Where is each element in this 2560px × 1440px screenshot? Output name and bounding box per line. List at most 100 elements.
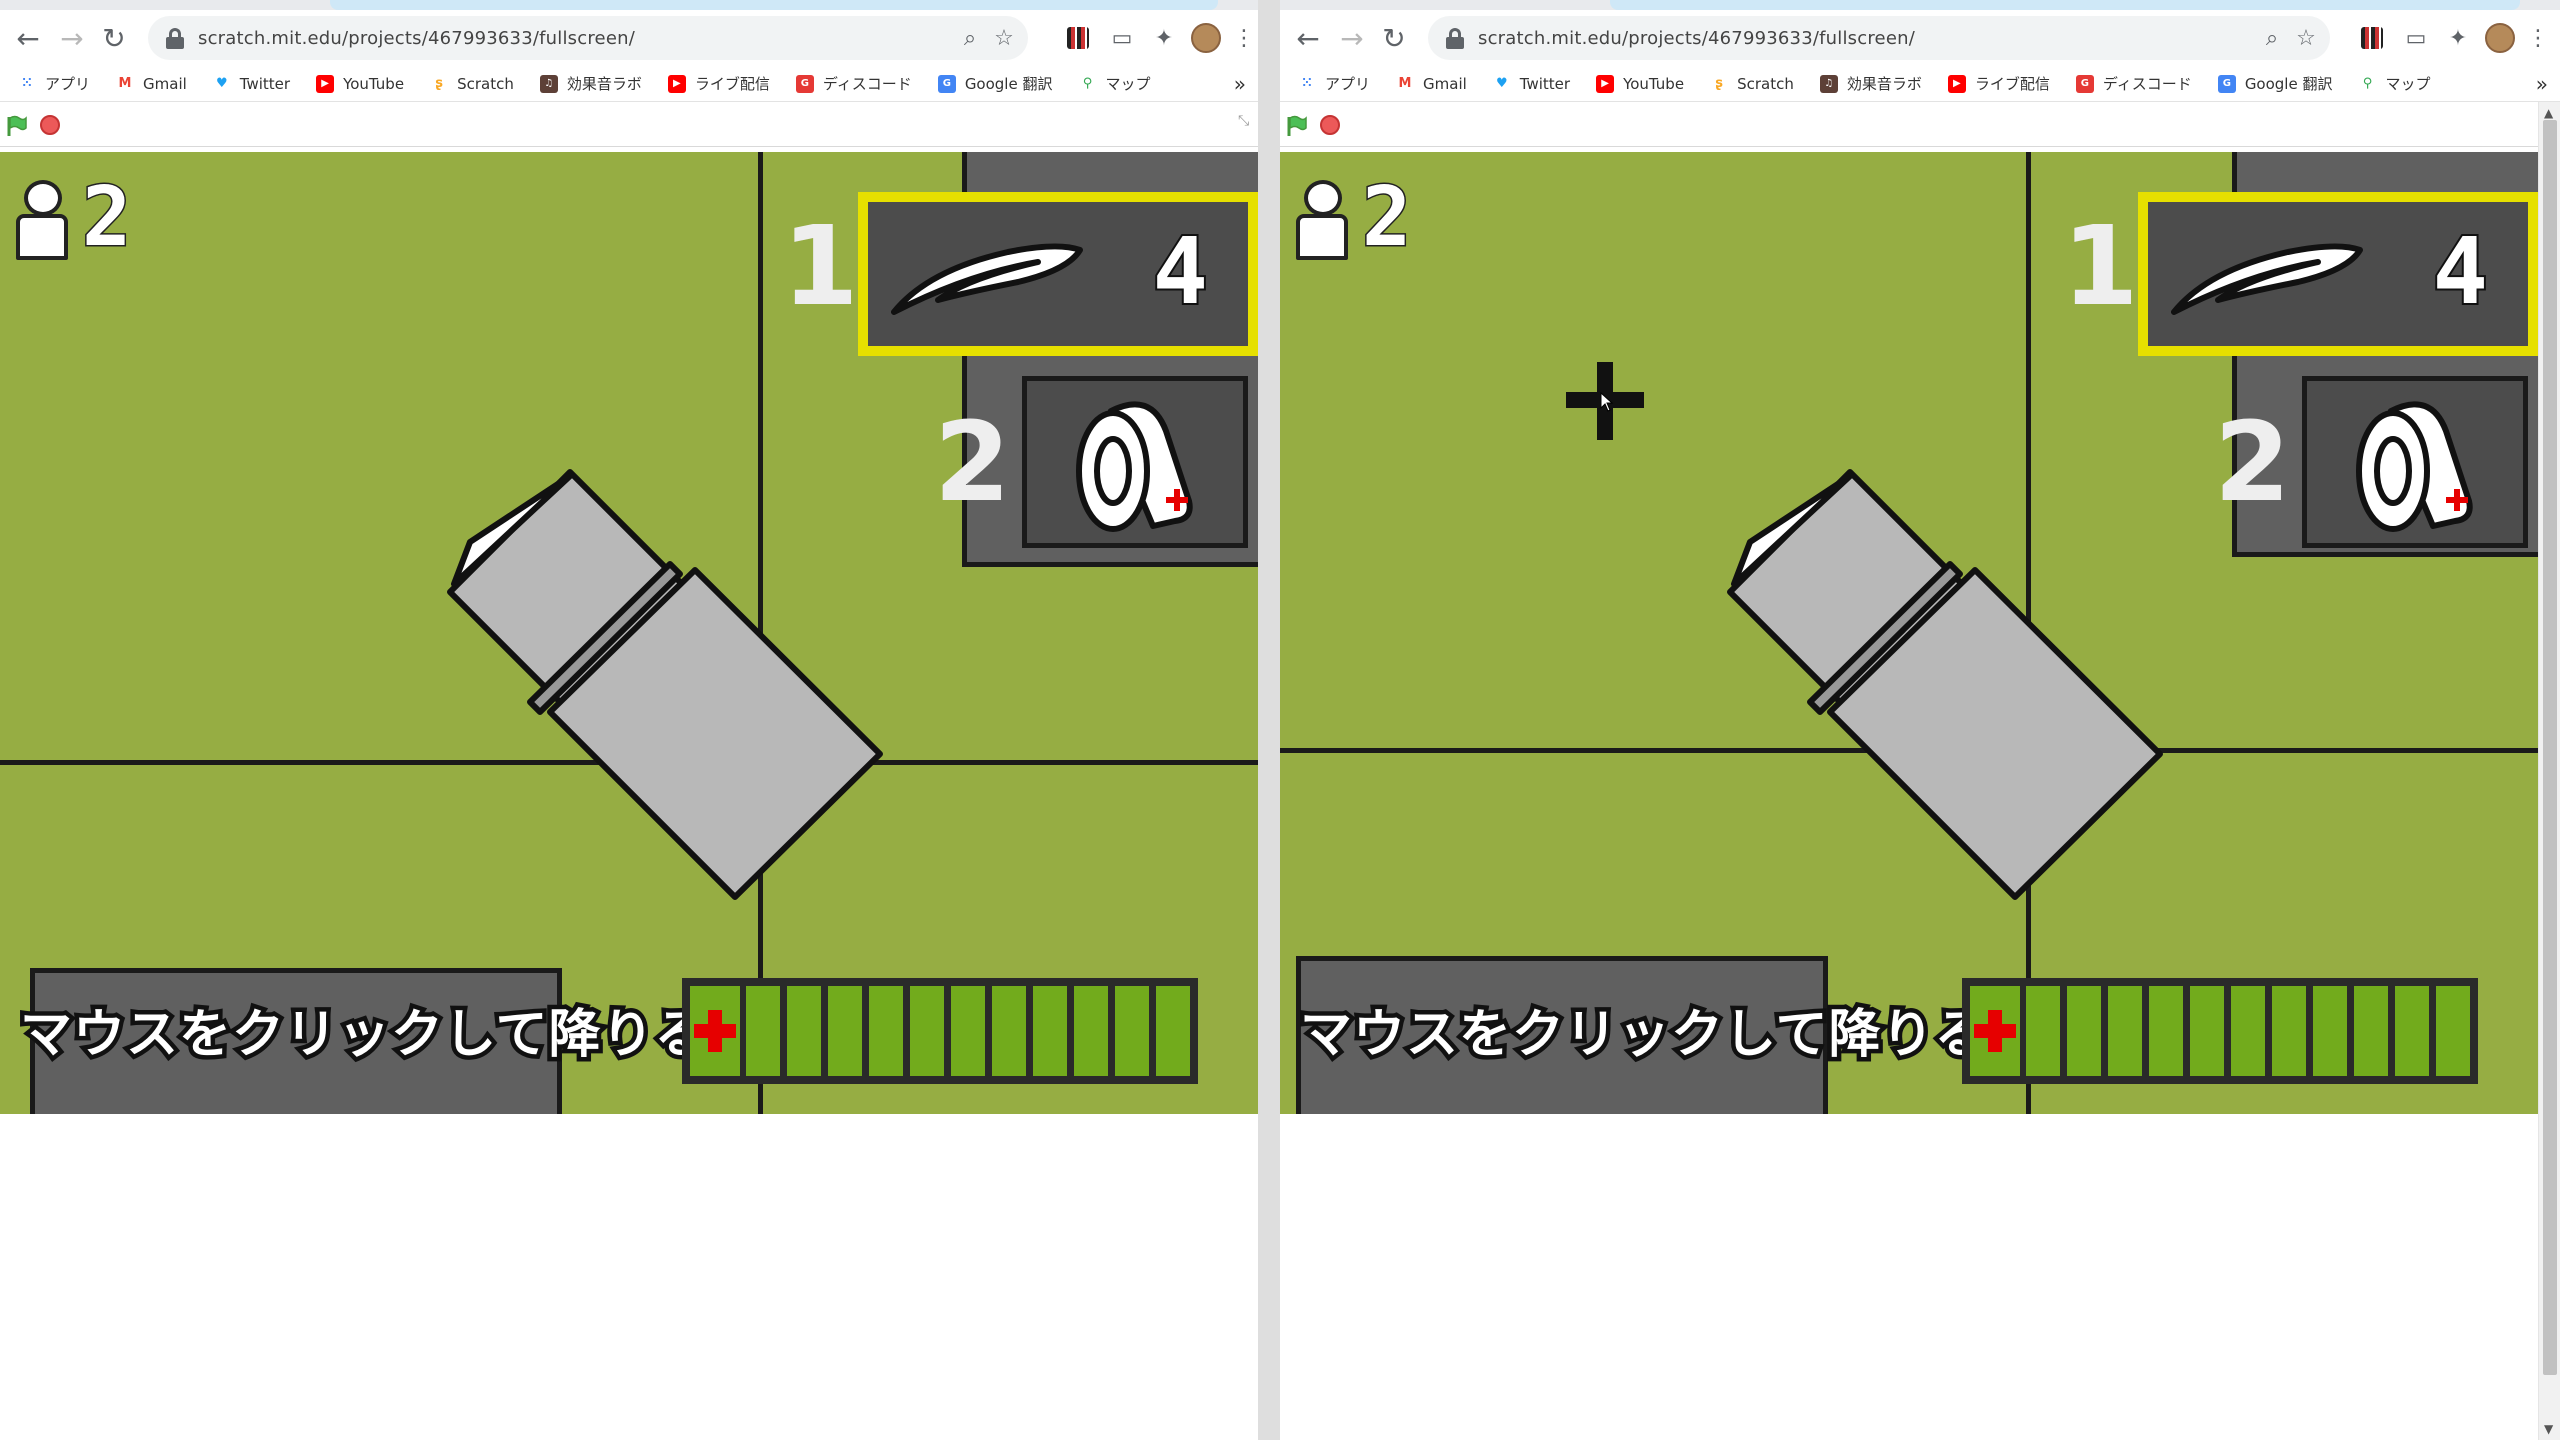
cast-extension-icon[interactable]: ▭ — [1106, 22, 1138, 54]
back-arrow-icon[interactable]: ← — [1288, 18, 1328, 58]
active-tab[interactable] — [1610, 0, 2520, 10]
bookmark-maps[interactable]: ⚲ マップ — [2358, 73, 2431, 94]
health-segment — [2149, 986, 2183, 1076]
feather-icon — [2171, 243, 2363, 315]
sound-lab-icon: ♫ — [539, 74, 558, 93]
cast-extension-icon[interactable]: ▭ — [2400, 22, 2432, 54]
bookmark-maps[interactable]: ⚲ マップ — [1078, 73, 1151, 94]
lock-icon — [164, 27, 186, 49]
bookmark-translate[interactable]: G Google 翻訳 — [2217, 73, 2332, 94]
window-divider[interactable] — [1258, 0, 1280, 1440]
health-segment — [910, 986, 944, 1076]
dismount-instruction: マウスをクリックして降りる — [15, 1001, 710, 1070]
health-segment — [951, 986, 985, 1076]
truck-sprite — [1727, 469, 2163, 900]
health-segment — [1115, 986, 1149, 1076]
health-segment — [869, 986, 903, 1076]
zoom-icon[interactable]: ⌕ — [2258, 24, 2286, 52]
zoom-icon[interactable]: ⌕ — [956, 24, 984, 52]
reload-icon[interactable]: ↻ — [94, 18, 134, 58]
bookmark-discord[interactable]: G ディスコード — [795, 73, 912, 94]
scroll-up-arrow-icon[interactable]: ▲ — [2544, 106, 2553, 120]
health-cross-icon — [1970, 986, 2020, 1076]
tab-strip — [1280, 0, 2560, 10]
youtube-icon: ▶ — [1596, 74, 1615, 93]
player-count-icon — [16, 180, 68, 260]
forward-arrow-icon[interactable]: → — [52, 18, 92, 58]
bookmark-star-icon[interactable]: ☆ — [990, 24, 1018, 52]
game-stage[interactable]: 2 1 4 2 マウスをクリックして降りる — [1280, 152, 2538, 1114]
aim-crosshair-cursor — [1566, 362, 1644, 440]
bookmark-gmail[interactable]: M Gmail — [1396, 75, 1467, 93]
bookmark-scratch[interactable]: ʂ Scratch — [1710, 75, 1794, 93]
google-translate-icon: G — [2217, 74, 2236, 93]
green-flag-icon[interactable] — [6, 115, 28, 137]
bookmark-twitter[interactable]: ♥ Twitter — [1493, 75, 1570, 93]
qr-extension-icon[interactable] — [2356, 22, 2388, 54]
health-segment — [1033, 986, 1067, 1076]
bookmark-star-icon[interactable]: ☆ — [2292, 24, 2320, 52]
health-bar — [1962, 978, 2478, 1084]
more-bookmarks-icon[interactable]: » — [1234, 72, 1246, 96]
discord-icon: G — [795, 74, 814, 93]
browser-window-left: ← → ↻ scratch.mit.edu/projects/467993633… — [0, 0, 1258, 1440]
player-count: 2 — [1360, 169, 1412, 267]
active-tab[interactable] — [330, 0, 1218, 10]
extensions-puzzle-icon[interactable]: ✦ — [2442, 22, 2474, 54]
bookmark-gmail[interactable]: M Gmail — [116, 75, 187, 93]
feather-icon — [891, 243, 1083, 315]
back-arrow-icon[interactable]: ← — [8, 18, 48, 58]
bookmark-youtube[interactable]: ▶ YouTube — [1596, 74, 1684, 93]
bookmarks-bar: ⁙ アプリ M Gmail ♥ Twitter ▶ YouTube ʂ Scratch ♫… — [1280, 66, 2560, 102]
truck-sprite — [447, 469, 883, 900]
health-segment — [2272, 986, 2306, 1076]
bookmark-live[interactable]: ▶ ライブ配信 — [667, 73, 770, 94]
menu-dots-icon[interactable]: ⋮ — [1228, 22, 1258, 54]
health-segment — [2313, 986, 2347, 1076]
bookmark-scratch[interactable]: ʂ Scratch — [430, 75, 514, 93]
inventory-slot-2[interactable] — [2302, 376, 2528, 548]
bookmark-apps[interactable]: ⁙ アプリ — [1298, 73, 1370, 94]
inventory-slot-1[interactable]: 4 — [858, 192, 1258, 356]
bookmark-translate[interactable]: G Google 翻訳 — [937, 73, 1052, 94]
health-segment — [828, 986, 862, 1076]
reload-icon[interactable]: ↻ — [1374, 18, 1414, 58]
inventory-slot-1[interactable]: 4 — [2138, 192, 2538, 356]
green-flag-icon[interactable] — [1286, 115, 1308, 137]
health-segment — [2108, 986, 2142, 1076]
bookmark-live[interactable]: ▶ ライブ配信 — [1947, 73, 2050, 94]
scroll-down-arrow-icon[interactable]: ▼ — [2544, 1422, 2553, 1436]
slot-1-count: 4 — [1151, 216, 1210, 327]
dismount-instruction: マウスをクリックして降りる — [1295, 1001, 1990, 1070]
profile-avatar[interactable] — [2484, 22, 2516, 54]
extensions-puzzle-icon[interactable]: ✦ — [1148, 22, 1180, 54]
bookmark-sound-lab[interactable]: ♫ 効果音ラボ — [539, 73, 642, 94]
forward-arrow-icon[interactable]: → — [1332, 18, 1372, 58]
youtube-icon: ▶ — [1947, 74, 1966, 93]
page-scrollbar[interactable]: ▲ ▼ — [2538, 102, 2560, 1440]
bookmark-apps[interactable]: ⁙ アプリ — [18, 73, 90, 94]
inventory-slot-2[interactable] — [1022, 376, 1248, 548]
menu-dots-icon[interactable]: ⋮ — [2522, 22, 2554, 54]
bookmark-discord[interactable]: G ディスコード — [2075, 73, 2192, 94]
address-bar[interactable]: scratch.mit.edu/projects/467993633/fulls… — [148, 16, 1028, 60]
player-count-icon — [1296, 180, 1348, 260]
qr-extension-icon[interactable] — [1062, 22, 1094, 54]
stop-icon[interactable] — [1320, 115, 1340, 135]
stop-icon[interactable] — [40, 115, 60, 135]
bookmark-youtube[interactable]: ▶ YouTube — [316, 74, 404, 93]
address-bar[interactable]: scratch.mit.edu/projects/467993633/fulls… — [1428, 16, 2330, 60]
health-segment — [2354, 986, 2388, 1076]
bookmarks-bar: ⁙ アプリ M Gmail ♥ Twitter ▶ YouTube ʂ Scratch ♫… — [0, 66, 1258, 102]
twitter-icon: ♥ — [215, 76, 228, 91]
game-stage[interactable]: 2 1 4 2 マウスをクリックして降りる — [0, 152, 1258, 1114]
exit-fullscreen-icon[interactable]: ⤡ — [1238, 113, 1256, 135]
health-segment — [787, 986, 821, 1076]
scrollbar-thumb[interactable] — [2543, 120, 2557, 1375]
more-bookmarks-icon[interactable]: » — [2536, 72, 2548, 96]
bookmark-sound-lab[interactable]: ♫ 効果音ラボ — [1819, 73, 1922, 94]
health-segment — [746, 986, 780, 1076]
scratch-player-controls — [1280, 103, 2560, 147]
profile-avatar[interactable] — [1190, 22, 1222, 54]
bookmark-twitter[interactable]: ♥ Twitter — [213, 75, 290, 93]
